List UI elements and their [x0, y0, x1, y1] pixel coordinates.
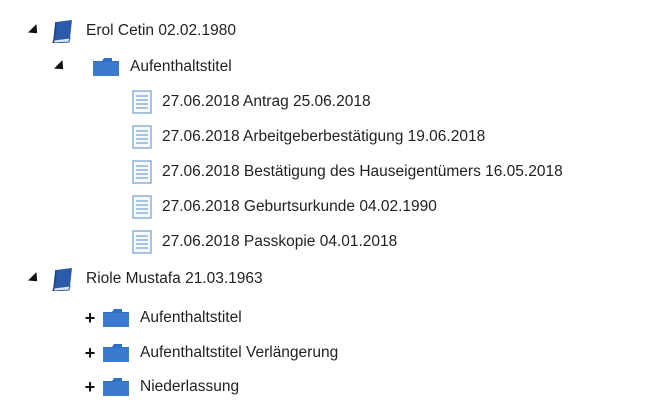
expand-toggle[interactable]: + [82, 377, 98, 397]
collapse-toggle[interactable] [52, 59, 68, 75]
triangle-down-icon [27, 271, 42, 286]
plus-icon: + [84, 308, 96, 328]
folder-label: Aufenthaltstitel [130, 58, 232, 75]
folder-icon [102, 377, 130, 397]
tree-node-folder[interactable]: Aufenthaltstitel [52, 52, 232, 82]
plus-icon: + [84, 377, 96, 397]
file-label: 27.06.2018 Bestätigung des Hauseigentüme… [162, 163, 563, 180]
collapse-toggle[interactable] [26, 271, 42, 287]
file-label: 27.06.2018 Geburtsurkunde 04.02.1990 [162, 198, 437, 215]
expand-toggle[interactable]: + [82, 308, 98, 328]
tree-node-file[interactable]: 27.06.2018 Geburtsurkunde 04.02.1990 [132, 192, 437, 222]
folder-icon [102, 308, 130, 328]
folder-icon [92, 57, 120, 77]
document-tree: Erol Cetin 02.02.1980 Aufenthaltstitel 2… [0, 0, 654, 402]
tree-node-person[interactable]: Riole Mustafa 21.03.1963 [26, 264, 263, 294]
file-label: 27.06.2018 Passkopie 04.01.2018 [162, 233, 398, 250]
document-icon [132, 125, 152, 149]
tree-node-folder[interactable]: + Niederlassung [82, 372, 239, 402]
expand-toggle[interactable]: + [82, 343, 98, 363]
triangle-down-icon [27, 23, 42, 38]
triangle-down-icon [53, 59, 68, 74]
tree-node-file[interactable]: 27.06.2018 Bestätigung des Hauseigentüme… [132, 157, 563, 187]
tree-node-folder[interactable]: + Aufenthaltstitel Verlängerung [82, 338, 338, 368]
folder-icon [102, 343, 130, 363]
tree-node-file[interactable]: 27.06.2018 Arbeitgeberbestätigung 19.06.… [132, 122, 485, 152]
document-icon [132, 195, 152, 219]
folder-label: Aufenthaltstitel Verlängerung [140, 344, 339, 361]
file-label: 27.06.2018 Arbeitgeberbestätigung 19.06.… [162, 128, 486, 145]
book-icon [50, 267, 76, 291]
tree-node-person[interactable]: Erol Cetin 02.02.1980 [26, 16, 236, 46]
file-label: 27.06.2018 Antrag 25.06.2018 [162, 93, 371, 110]
folder-label: Aufenthaltstitel [140, 309, 242, 326]
collapse-toggle[interactable] [26, 23, 42, 39]
document-icon [132, 90, 152, 114]
document-icon [132, 230, 152, 254]
book-icon [50, 19, 76, 43]
tree-node-file[interactable]: 27.06.2018 Antrag 25.06.2018 [132, 87, 371, 117]
tree-node-file[interactable]: 27.06.2018 Passkopie 04.01.2018 [132, 227, 397, 257]
document-icon [132, 160, 152, 184]
tree-node-folder[interactable]: + Aufenthaltstitel [82, 303, 242, 333]
person-name: Riole Mustafa 21.03.1963 [86, 270, 263, 287]
folder-label: Niederlassung [140, 378, 240, 395]
person-name: Erol Cetin 02.02.1980 [86, 22, 236, 39]
plus-icon: + [84, 343, 96, 363]
